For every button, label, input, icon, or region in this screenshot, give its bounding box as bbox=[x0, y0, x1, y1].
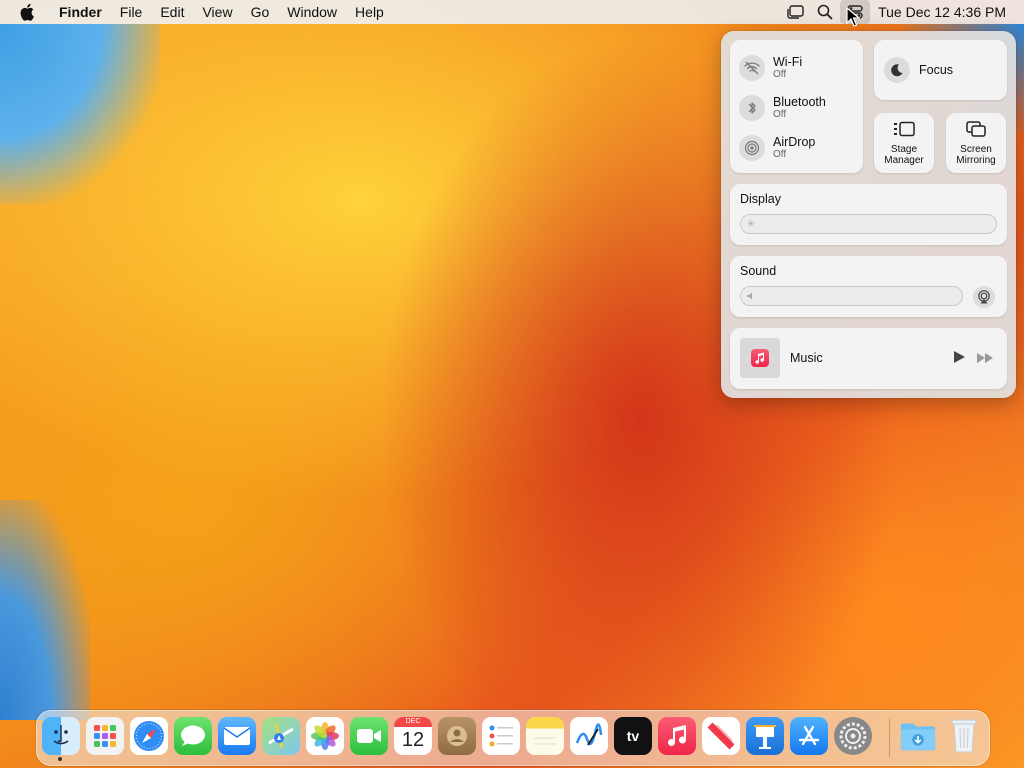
stage-manager-label-1: Stage bbox=[890, 144, 918, 155]
airdrop-label: AirDrop bbox=[773, 135, 816, 149]
apple-menu-icon[interactable] bbox=[18, 2, 38, 22]
stage-manager-tile-icon bbox=[893, 120, 915, 138]
news-icon[interactable] bbox=[702, 717, 740, 755]
system-settings-icon[interactable] bbox=[834, 717, 872, 755]
mail-icon[interactable] bbox=[218, 717, 256, 755]
menu-help[interactable]: Help bbox=[346, 0, 393, 24]
keynote-icon[interactable] bbox=[746, 717, 784, 755]
sound-tile: Sound bbox=[730, 256, 1007, 317]
bluetooth-status: Off bbox=[773, 109, 787, 120]
control-center-panel: Wi-Fi Off Bluetooth Off AirDrop Off Focu… bbox=[721, 31, 1016, 398]
sound-label: Sound bbox=[740, 264, 777, 278]
menu-window[interactable]: Window bbox=[278, 0, 346, 24]
photos-icon[interactable] bbox=[306, 717, 344, 755]
stage-manager-tile[interactable]: Stage Manager bbox=[874, 113, 934, 173]
app-store-icon[interactable] bbox=[790, 717, 828, 755]
menu-app-name[interactable]: Finder bbox=[50, 0, 111, 24]
screen-mirroring-label-2: Mirroring bbox=[956, 155, 996, 166]
menu-go[interactable]: Go bbox=[242, 0, 279, 24]
menu-bar-clock[interactable]: Tue Dec 12 4:36 PM bbox=[870, 4, 1024, 20]
safari-icon[interactable] bbox=[130, 717, 168, 755]
reminders-icon[interactable] bbox=[482, 717, 520, 755]
dock: DEC 12 tv bbox=[36, 710, 990, 766]
mouse-pointer-icon bbox=[846, 6, 861, 32]
album-art bbox=[740, 338, 780, 378]
airplay-audio-icon[interactable] bbox=[973, 286, 995, 308]
wifi-toggle[interactable]: Wi-Fi Off bbox=[739, 55, 802, 81]
network-tile: Wi-Fi Off Bluetooth Off AirDrop Off bbox=[730, 40, 863, 173]
apple-tv-icon[interactable]: tv bbox=[614, 717, 652, 755]
calendar-icon[interactable]: DEC 12 bbox=[394, 717, 432, 755]
music-app-icon bbox=[751, 349, 769, 367]
display-tile: Display ✳ bbox=[730, 184, 1007, 245]
wallpaper-blue-bottom bbox=[0, 500, 90, 720]
spotlight-search-icon[interactable] bbox=[810, 0, 840, 24]
volume-slider[interactable] bbox=[740, 286, 963, 306]
play-icon[interactable] bbox=[952, 350, 966, 369]
wifi-off-icon bbox=[739, 55, 765, 81]
stage-manager-label-2: Manager bbox=[884, 155, 924, 166]
screen-mirroring-tile[interactable]: Screen Mirroring bbox=[946, 113, 1006, 173]
tv-label: tv bbox=[626, 728, 640, 744]
bluetooth-label: Bluetooth bbox=[773, 95, 826, 109]
downloads-folder-icon[interactable] bbox=[899, 717, 937, 755]
now-playing-tile[interactable]: Music bbox=[730, 328, 1007, 389]
maps-icon[interactable] bbox=[262, 717, 300, 755]
airdrop-icon bbox=[739, 135, 765, 161]
calendar-day: 12 bbox=[401, 729, 425, 751]
launchpad-icon[interactable] bbox=[86, 717, 124, 755]
dock-separator bbox=[889, 719, 890, 757]
screen-mirroring-label-1: Screen bbox=[960, 144, 992, 155]
contacts-icon[interactable] bbox=[438, 717, 476, 755]
notes-icon[interactable] bbox=[526, 717, 564, 755]
finder-running-indicator bbox=[58, 757, 62, 761]
menu-file[interactable]: File bbox=[111, 0, 152, 24]
calendar-month: DEC bbox=[394, 717, 432, 727]
wifi-label: Wi-Fi bbox=[773, 55, 803, 69]
music-icon[interactable] bbox=[658, 717, 696, 755]
menu-edit[interactable]: Edit bbox=[151, 0, 193, 24]
display-label: Display bbox=[740, 192, 781, 206]
focus-label: Focus bbox=[919, 63, 954, 77]
messages-icon[interactable] bbox=[174, 717, 212, 755]
brightness-slider[interactable]: ✳ bbox=[740, 214, 997, 234]
speaker-icon bbox=[745, 290, 757, 302]
bluetooth-icon bbox=[739, 95, 765, 121]
wifi-status: Off bbox=[773, 69, 787, 80]
menu-bar: Finder File Edit View Go Window Help Tue… bbox=[0, 0, 1024, 24]
screen-mirroring-icon bbox=[965, 120, 987, 138]
facetime-icon[interactable] bbox=[350, 717, 388, 755]
sun-icon: ✳ bbox=[746, 218, 756, 230]
menu-view[interactable]: View bbox=[193, 0, 241, 24]
focus-tile[interactable]: Focus bbox=[874, 40, 1007, 100]
moon-icon bbox=[884, 57, 910, 83]
fast-forward-icon[interactable] bbox=[976, 351, 994, 369]
freeform-icon[interactable] bbox=[570, 717, 608, 755]
airdrop-toggle[interactable]: AirDrop Off bbox=[739, 135, 815, 161]
now-playing-title: Music bbox=[790, 351, 823, 365]
trash-icon[interactable] bbox=[945, 717, 983, 755]
stage-manager-icon[interactable] bbox=[780, 0, 810, 24]
airdrop-status: Off bbox=[773, 149, 787, 160]
wallpaper-blue-top bbox=[0, 24, 160, 204]
bluetooth-toggle[interactable]: Bluetooth Off bbox=[739, 95, 826, 121]
finder-icon[interactable] bbox=[42, 717, 80, 755]
